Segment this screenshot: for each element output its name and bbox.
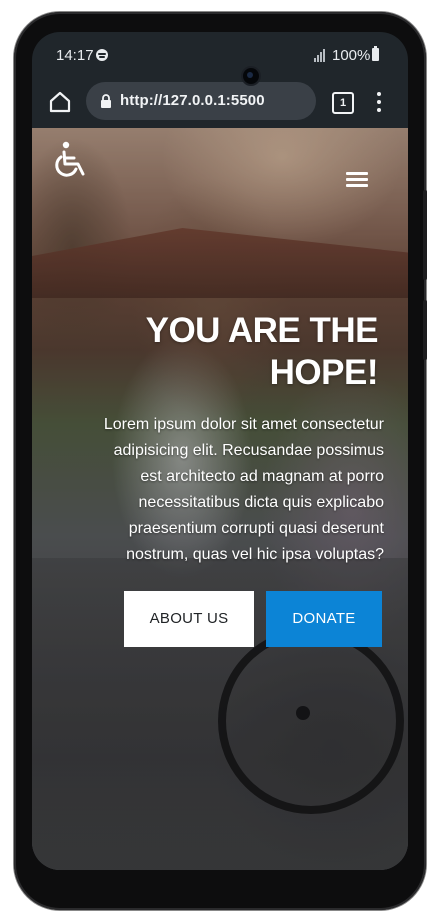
address-bar[interactable]: http://127.0.0.1:5500 xyxy=(86,82,316,120)
menu-icon[interactable] xyxy=(376,91,382,113)
hero-description-line: praesentium corrupti quasi deserunt xyxy=(128,520,384,537)
hero-description-line: nostrum, quas vel hic ipsa voluptas? xyxy=(126,546,384,563)
hero-description-line: adipisicing elit. Recusandae possimus xyxy=(113,442,384,459)
hero-description-line: necessitatibus dicta quis explicabo xyxy=(138,494,384,511)
hero-description-line: est architecto ad magnam at porro xyxy=(140,468,384,485)
hamburger-icon[interactable] xyxy=(346,172,368,188)
lock-icon xyxy=(101,94,111,108)
web-page: YOU ARE THE HOPE! Lorem ipsum dolor sit … xyxy=(32,128,408,870)
battery-icon xyxy=(372,46,379,61)
hero-description-line: Lorem ipsum dolor sit amet consectetur xyxy=(103,416,384,433)
hero-title-line: HOPE! xyxy=(269,353,379,392)
donate-button[interactable]: DONATE xyxy=(266,591,382,647)
wheelchair-icon[interactable] xyxy=(52,140,92,180)
battery-percentage: 100% xyxy=(332,47,371,64)
spotify-icon xyxy=(96,49,108,61)
status-bar: 14:17 100% xyxy=(32,32,408,78)
home-icon[interactable] xyxy=(48,90,72,114)
hero-title: YOU ARE THE HOPE! xyxy=(118,310,379,394)
hero-title-line: YOU ARE THE xyxy=(145,311,379,350)
signal-icon xyxy=(314,49,328,62)
phone-screen: 14:17 100% http://127.0.0.1:5500 1 YOU A… xyxy=(32,32,408,870)
url-text: http://127.0.0.1:5500 xyxy=(120,92,265,109)
status-time: 14:17 xyxy=(56,47,94,64)
hero-description: Lorem ipsum dolor sit amet consectetur a… xyxy=(64,412,384,568)
browser-toolbar: http://127.0.0.1:5500 1 xyxy=(32,78,408,128)
phone-side-button xyxy=(423,190,427,280)
front-camera xyxy=(241,66,261,86)
about-us-button[interactable]: ABOUT US xyxy=(124,591,254,647)
phone-side-button-lower xyxy=(423,300,427,360)
tabs-icon[interactable]: 1 xyxy=(332,92,354,114)
